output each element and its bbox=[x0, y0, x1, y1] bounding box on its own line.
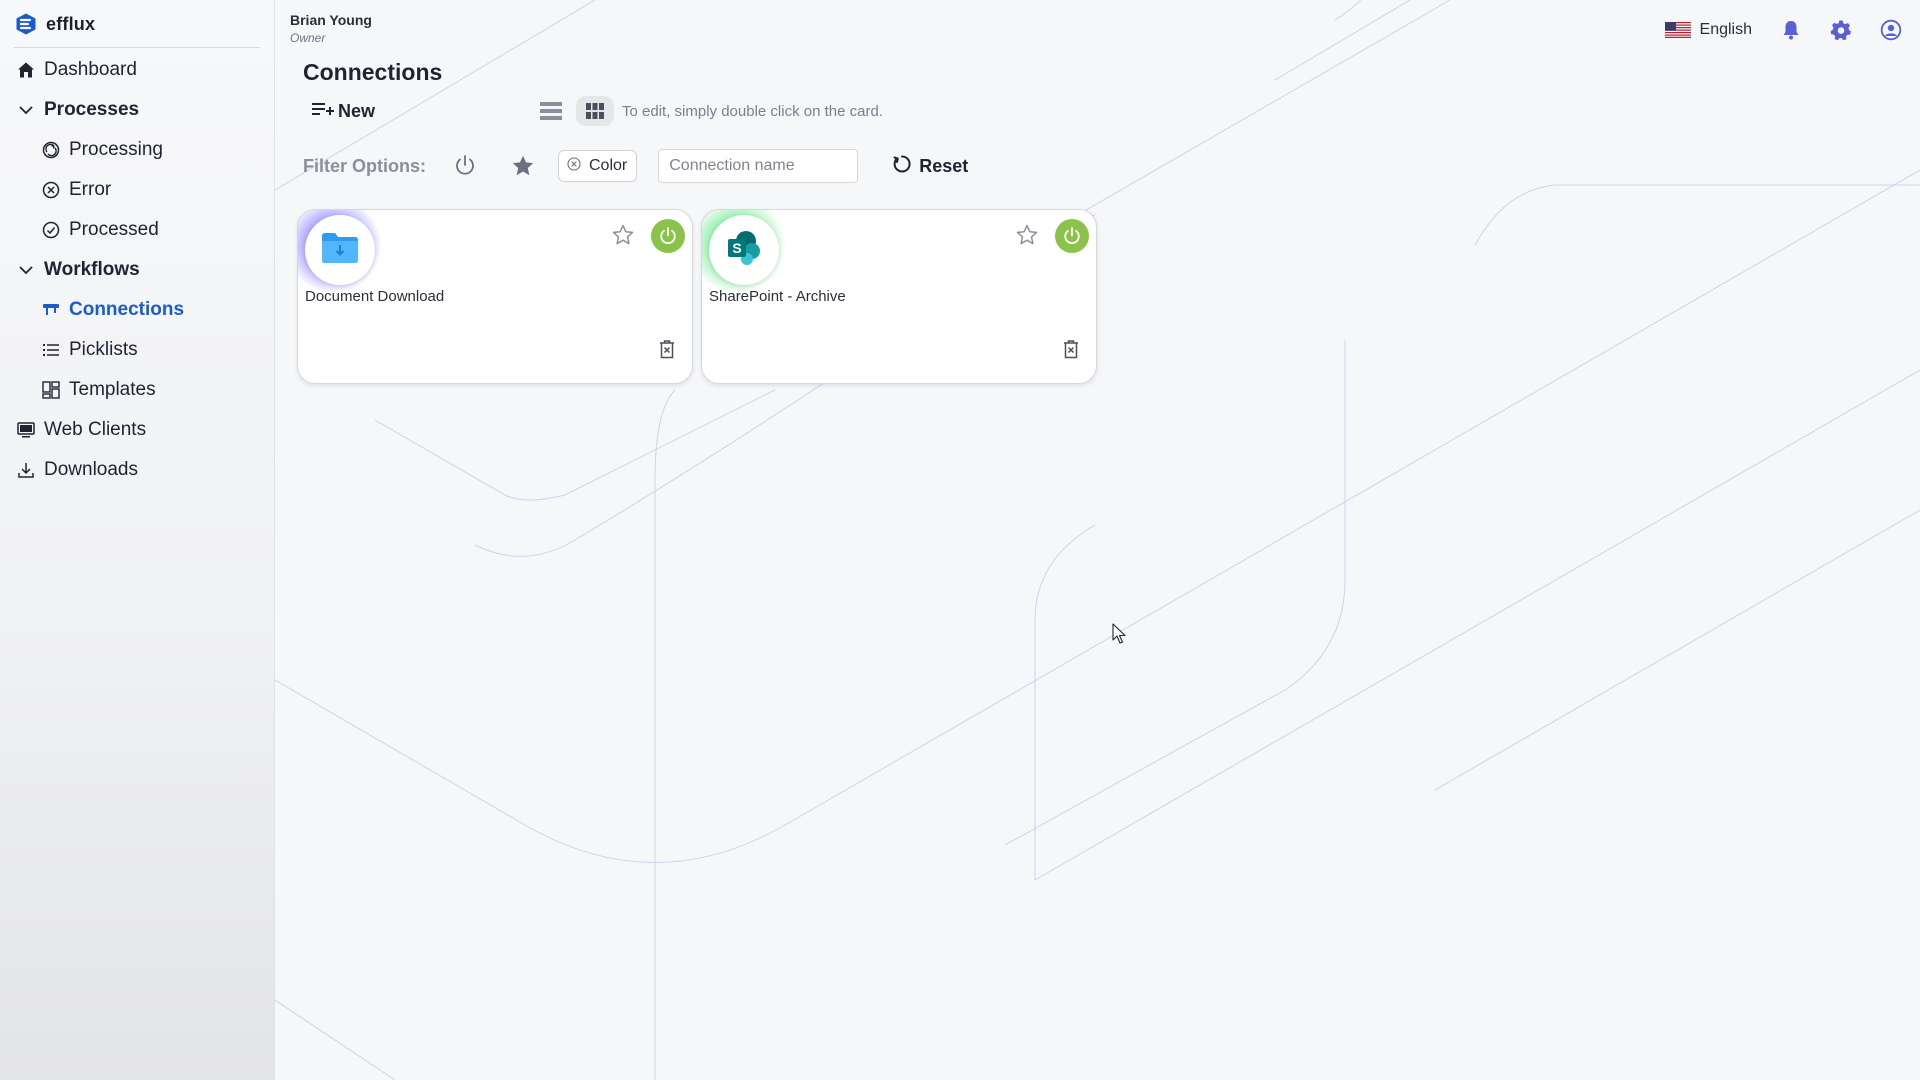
bell-icon[interactable] bbox=[1780, 19, 1802, 41]
sidebar-item-label: Workflows bbox=[44, 259, 140, 280]
error-circle-icon bbox=[41, 180, 61, 200]
connection-avatar: S bbox=[709, 215, 779, 285]
connection-name: SharePoint - Archive bbox=[709, 288, 846, 305]
language-label: English bbox=[1699, 21, 1752, 38]
sidebar-item-label: Connections bbox=[69, 299, 185, 320]
list-view-button[interactable] bbox=[538, 98, 564, 124]
download-icon bbox=[16, 460, 36, 480]
sidebar-item-picklists[interactable]: Picklists bbox=[0, 333, 275, 367]
color-filter-chip[interactable]: Color bbox=[558, 150, 638, 182]
sidebar-item-templates[interactable]: Templates bbox=[0, 373, 275, 407]
connection-card[interactable]: S SharePoint - Archive bbox=[701, 209, 1097, 384]
sharepoint-icon: S bbox=[725, 229, 763, 272]
svg-text:S: S bbox=[732, 240, 741, 256]
power-toggle-button[interactable] bbox=[651, 219, 685, 253]
filter-label: Filter Options: bbox=[303, 155, 426, 176]
star-filter-icon[interactable] bbox=[510, 153, 536, 179]
power-filter-icon[interactable] bbox=[452, 153, 478, 179]
sidebar-item-label: Web Clients bbox=[44, 419, 147, 440]
connection-name: Document Download bbox=[305, 288, 445, 305]
sidebar-item-label: Templates bbox=[69, 379, 156, 400]
chevron-down-icon bbox=[16, 260, 36, 280]
connection-avatar bbox=[305, 215, 375, 285]
sidebar-item-processed[interactable]: Processed bbox=[0, 213, 275, 247]
sidebar-item-label: Downloads bbox=[44, 459, 138, 480]
topbar-actions: English bbox=[1664, 16, 1902, 44]
sidebar-item-label: Error bbox=[69, 179, 112, 200]
sidebar-divider bbox=[14, 47, 260, 48]
gear-icon[interactable] bbox=[1830, 19, 1852, 41]
user-info: Brian Young Owner bbox=[290, 12, 372, 45]
user-role: Owner bbox=[290, 31, 326, 45]
view-toggle: To edit, simply double click on the card… bbox=[538, 96, 883, 126]
connections-icon bbox=[41, 300, 61, 320]
user-name: Brian Young bbox=[290, 12, 372, 28]
sidebar-item-connections[interactable]: Connections bbox=[0, 293, 275, 327]
power-toggle-button[interactable] bbox=[1055, 219, 1089, 253]
check-circle-icon bbox=[41, 220, 61, 240]
brand-name: efflux bbox=[46, 13, 96, 34]
mouse-cursor-icon bbox=[1112, 623, 1126, 644]
sidebar-item-label: Picklists bbox=[69, 339, 138, 360]
new-connection-button[interactable]: New bbox=[312, 98, 375, 124]
favorite-star-icon[interactable] bbox=[610, 222, 636, 248]
add-list-icon bbox=[312, 100, 334, 123]
brand[interactable]: efflux bbox=[14, 12, 95, 36]
processing-icon bbox=[41, 140, 61, 160]
user-circle-icon[interactable] bbox=[1880, 19, 1902, 41]
edit-hint: To edit, simply double click on the card… bbox=[622, 102, 883, 120]
sidebar-item-web-clients[interactable]: Web Clients bbox=[0, 413, 275, 447]
connection-card[interactable]: Document Download bbox=[297, 209, 693, 384]
sidebar-item-label: Processing bbox=[69, 139, 163, 160]
list-icon bbox=[41, 340, 61, 360]
favorite-star-icon[interactable] bbox=[1014, 222, 1040, 248]
sidebar-item-downloads[interactable]: Downloads bbox=[0, 453, 275, 487]
sidebar-item-label: Processed bbox=[69, 219, 159, 240]
new-button-label: New bbox=[338, 100, 376, 121]
grid-view-button[interactable] bbox=[576, 96, 614, 126]
connection-name-search-input[interactable] bbox=[658, 149, 859, 183]
sidebar-group-processes[interactable]: Processes bbox=[0, 93, 275, 127]
sidebar-item-label: Processes bbox=[44, 99, 140, 120]
monitor-icon bbox=[16, 420, 36, 440]
filter-bar: Filter Options: Color Reset bbox=[303, 148, 968, 184]
sidebar-item-processing[interactable]: Processing bbox=[0, 133, 275, 167]
page-title: Connections bbox=[303, 59, 443, 85]
language-selector[interactable]: English bbox=[1664, 21, 1752, 39]
sidebar: efflux Dashboard Processes Processing Er… bbox=[0, 0, 275, 1080]
sidebar-item-error[interactable]: Error bbox=[0, 173, 275, 207]
sidebar-item-label: Dashboard bbox=[44, 59, 137, 80]
delete-icon[interactable] bbox=[1060, 338, 1082, 360]
templates-icon bbox=[41, 380, 61, 400]
folder-download-icon bbox=[321, 232, 359, 269]
home-icon bbox=[16, 60, 36, 80]
reset-icon bbox=[891, 153, 913, 180]
chevron-down-icon bbox=[16, 100, 36, 120]
reset-button-label: Reset bbox=[919, 155, 969, 176]
us-flag-icon bbox=[1664, 22, 1691, 38]
sidebar-item-dashboard[interactable]: Dashboard bbox=[0, 53, 275, 87]
sidebar-group-workflows[interactable]: Workflows bbox=[0, 253, 275, 287]
reset-filters-button[interactable]: Reset bbox=[891, 153, 968, 180]
delete-icon[interactable] bbox=[656, 338, 678, 360]
efflux-logo-icon bbox=[14, 12, 38, 36]
close-circle-icon[interactable] bbox=[567, 156, 581, 176]
color-chip-label: Color bbox=[589, 157, 628, 174]
